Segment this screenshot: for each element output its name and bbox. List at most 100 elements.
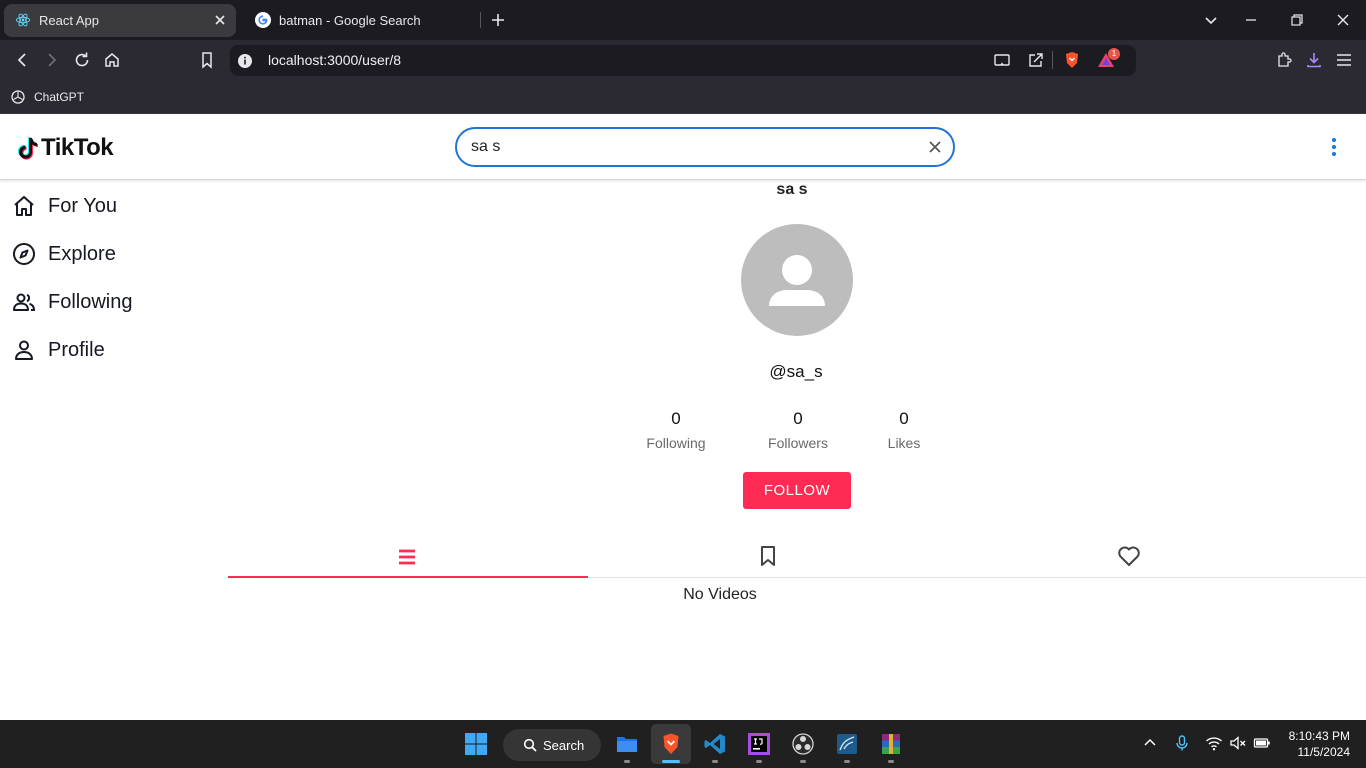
profile-handle: @sa_s xyxy=(769,362,823,381)
show-hidden-icons-chevron-icon[interactable] xyxy=(1141,734,1159,752)
taskbar-mysql-workbench[interactable] xyxy=(829,726,865,762)
app-header: TikTok xyxy=(0,115,1366,180)
react-icon xyxy=(15,13,31,27)
menu-icon[interactable] xyxy=(1334,50,1354,70)
list-icon xyxy=(399,549,415,565)
new-tab-icon[interactable] xyxy=(488,10,508,30)
sidebar-item-profile[interactable]: Profile xyxy=(12,332,105,368)
stat-value: 0 xyxy=(793,409,803,428)
taskbar-obs[interactable] xyxy=(785,726,821,762)
obs-icon xyxy=(792,733,814,755)
person-icon xyxy=(15,340,33,360)
tab-react-app[interactable]: React App xyxy=(4,4,236,37)
taskbar-vscode[interactable] xyxy=(697,726,733,762)
stat-label: Followers xyxy=(768,435,828,451)
chatgpt-icon xyxy=(11,90,25,104)
stat-likes[interactable]: 0 Likes xyxy=(849,409,959,451)
url-divider xyxy=(1052,51,1053,69)
download-icon[interactable] xyxy=(1304,50,1324,70)
more-options-icon[interactable] xyxy=(1326,137,1342,157)
minimize-icon[interactable] xyxy=(1241,10,1261,30)
site-info-icon[interactable] xyxy=(236,52,254,70)
search-input[interactable] xyxy=(471,137,911,157)
intellij-icon xyxy=(748,733,770,755)
sidebar-item-explore[interactable]: Explore xyxy=(12,236,116,272)
home-icon[interactable] xyxy=(102,50,122,70)
windows-logo-icon xyxy=(465,733,487,755)
running-indicator xyxy=(800,760,806,763)
tiktok-logo[interactable]: TikTok xyxy=(16,134,114,162)
stat-following[interactable]: 0 Following xyxy=(621,409,731,451)
search-icon xyxy=(523,738,537,752)
running-indicator xyxy=(624,760,630,763)
running-indicator xyxy=(844,760,850,763)
running-indicator xyxy=(712,760,718,763)
forward-icon[interactable] xyxy=(42,50,62,70)
reload-icon[interactable] xyxy=(72,50,92,70)
search-box xyxy=(455,127,955,167)
heart-icon xyxy=(1118,546,1140,566)
profile-tabs xyxy=(228,535,1366,578)
taskbar-intellij[interactable] xyxy=(741,726,777,762)
volume-muted-icon[interactable] xyxy=(1229,734,1247,752)
sidebar-item-label: Explore xyxy=(48,242,116,265)
bookmark-page-icon[interactable] xyxy=(197,50,217,70)
clear-search-icon[interactable] xyxy=(927,139,943,155)
taskbar-brave[interactable] xyxy=(653,726,689,762)
share-icon[interactable] xyxy=(1026,50,1046,70)
tab-google-search[interactable]: batman - Google Search xyxy=(244,4,476,37)
clock-time: 8:10:43 PM xyxy=(1288,729,1350,743)
default-avatar-icon xyxy=(769,255,825,306)
bookmarks-bar: ChatGPT xyxy=(0,80,1366,114)
tab-title: batman - Google Search xyxy=(279,13,421,28)
logo-text: TikTok xyxy=(41,134,114,161)
cast-icon[interactable] xyxy=(992,50,1012,70)
vscode-icon xyxy=(704,734,725,754)
restore-icon[interactable] xyxy=(1287,10,1307,30)
stat-value: 0 xyxy=(671,409,681,428)
tab-title: React App xyxy=(39,13,99,28)
database-workbench-icon xyxy=(837,734,857,754)
web-page: TikTok For You Explore xyxy=(0,115,1366,720)
sidebar-item-label: Profile xyxy=(48,338,105,361)
sidebar-item-label: Following xyxy=(48,290,133,313)
stat-followers[interactable]: 0 Followers xyxy=(743,409,853,451)
sidebar-item-following[interactable]: Following xyxy=(12,284,132,320)
stat-value: 0 xyxy=(899,409,909,428)
sidebar-item-label: For You xyxy=(48,194,117,217)
tab-list-chevron-icon[interactable] xyxy=(1201,10,1221,30)
follow-button[interactable]: FOLLOW xyxy=(743,472,851,509)
start-button[interactable] xyxy=(458,726,494,762)
back-icon[interactable] xyxy=(12,50,32,70)
google-icon xyxy=(255,12,271,28)
battery-charging-icon[interactable] xyxy=(1253,734,1271,752)
folder-icon xyxy=(617,737,637,752)
tab-saved[interactable] xyxy=(588,535,948,578)
taskbar-clock[interactable]: 8:10:43 PM 11/5/2024 xyxy=(1280,728,1350,760)
profile-name: sa s xyxy=(776,181,808,198)
microphone-icon[interactable] xyxy=(1173,734,1191,752)
tab-videos[interactable] xyxy=(228,535,588,578)
close-tab-icon[interactable] xyxy=(212,12,228,28)
windows-taskbar: Search 8:10:43 PM 11/5/2024 xyxy=(0,720,1366,768)
taskbar-winrar[interactable] xyxy=(873,726,909,762)
taskbar-search-label: Search xyxy=(543,737,585,753)
taskbar-search[interactable]: Search xyxy=(503,729,601,761)
bookmark-chatgpt[interactable]: ChatGPT xyxy=(10,86,84,108)
clock-date: 11/5/2024 xyxy=(1297,745,1351,759)
brave-shields-icon[interactable] xyxy=(1062,50,1082,70)
close-window-icon[interactable] xyxy=(1333,10,1353,30)
tab-liked[interactable] xyxy=(948,535,1308,578)
extensions-icon[interactable] xyxy=(1274,50,1294,70)
tiktok-note-icon xyxy=(18,137,38,160)
stat-label: Following xyxy=(646,435,706,451)
empty-videos-message: No Videos xyxy=(683,586,757,603)
taskbar-file-explorer[interactable] xyxy=(609,726,645,762)
url-text[interactable]: localhost:3000/user/8 xyxy=(268,52,401,68)
wifi-icon[interactable] xyxy=(1205,734,1223,752)
avatar xyxy=(741,224,853,336)
browser-tab-bar: React App batman - Google Search xyxy=(0,0,1366,40)
sidebar-item-for-you[interactable]: For You xyxy=(12,188,117,224)
active-indicator xyxy=(662,760,680,763)
rewards-badge: 1 xyxy=(1108,48,1120,60)
